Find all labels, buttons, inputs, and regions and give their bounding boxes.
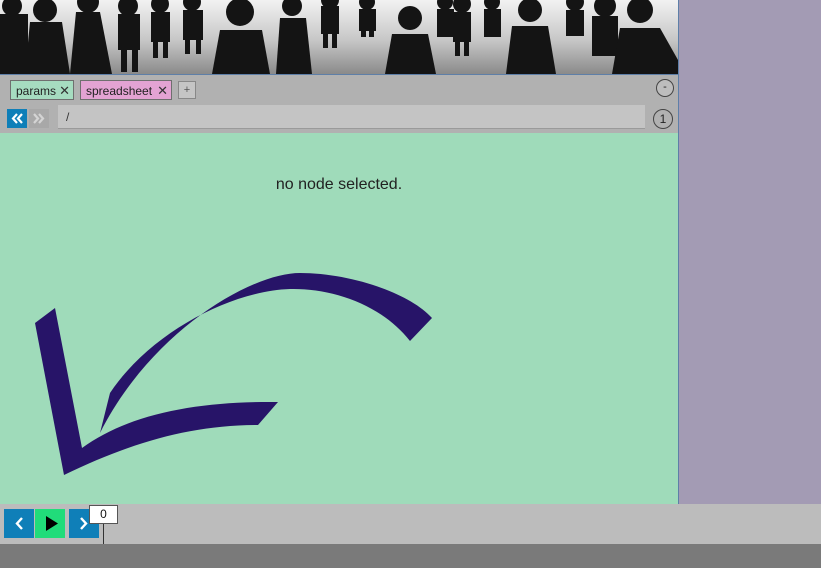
playhead-line[interactable] xyxy=(103,524,104,544)
collapse-panel-button[interactable]: - xyxy=(656,79,674,97)
main-panel: params ✕ spreadsheet ✕ + - 1 no node sel… xyxy=(0,0,679,504)
path-input[interactable] xyxy=(58,105,645,129)
chevron-left-icon xyxy=(15,517,23,530)
node-count-badge: 1 xyxy=(653,109,673,129)
timeline-bar: 0 xyxy=(0,504,821,544)
close-icon[interactable]: ✕ xyxy=(59,81,70,101)
previous-frame-button[interactable] xyxy=(4,509,34,538)
play-button[interactable] xyxy=(35,509,65,538)
double-chevron-left-icon xyxy=(11,113,23,124)
play-icon xyxy=(46,516,58,531)
status-bar xyxy=(0,544,821,568)
curved-arrow-icon xyxy=(35,273,432,475)
back-button[interactable] xyxy=(7,109,27,128)
forward-button[interactable] xyxy=(29,109,49,128)
header-banner-image xyxy=(0,0,678,75)
tab-spreadsheet[interactable]: spreadsheet ✕ xyxy=(80,80,172,100)
content-area: no node selected. xyxy=(0,133,678,504)
current-frame-marker[interactable]: 0 xyxy=(89,505,118,524)
add-tab-button[interactable]: + xyxy=(178,81,196,99)
tab-bar: params ✕ spreadsheet ✕ + - xyxy=(0,75,678,104)
path-bar: 1 xyxy=(0,104,678,133)
empty-state-message: no node selected. xyxy=(275,176,403,193)
close-icon[interactable]: ✕ xyxy=(157,81,168,101)
tab-params[interactable]: params ✕ xyxy=(10,80,74,100)
double-chevron-right-icon xyxy=(33,113,45,124)
tab-label: spreadsheet xyxy=(86,84,153,98)
tab-label: params xyxy=(16,84,57,98)
